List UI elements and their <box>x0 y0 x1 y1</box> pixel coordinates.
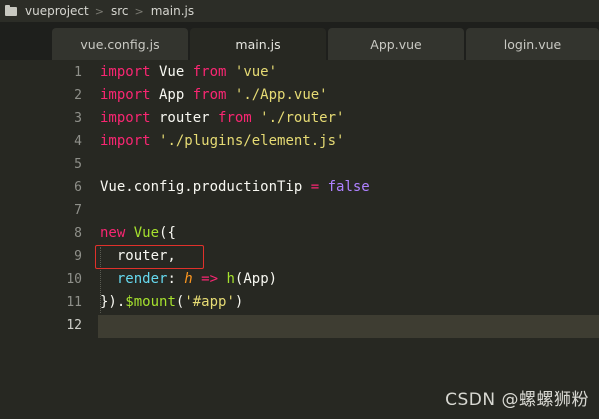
line-number: 6 <box>74 180 82 195</box>
line-number: 8 <box>74 226 82 241</box>
code-token: ) <box>234 294 244 310</box>
tab-app-vue[interactable]: App.vue <box>328 28 464 60</box>
red-highlight-box <box>95 245 204 269</box>
code-token: Vue.config.productionTip <box>100 179 311 195</box>
code-line[interactable]: import router from './router' <box>100 107 344 130</box>
folder-icon <box>5 4 17 16</box>
code-line[interactable]: import App from './App.vue' <box>100 84 328 107</box>
code-line[interactable]: render: h => h(App) <box>100 268 277 291</box>
breadcrumb: vueproject > src > main.js <box>0 0 599 22</box>
code-line[interactable]: import './plugins/element.js' <box>100 130 344 153</box>
code-token: from <box>192 64 227 80</box>
tab-main-js[interactable]: main.js <box>190 28 326 60</box>
code-token: App <box>150 87 193 103</box>
line-number: 12 <box>66 318 82 333</box>
line-number: 9 <box>74 249 82 264</box>
code-line[interactable]: }).$mount('#app') <box>100 291 243 314</box>
line-number: 3 <box>74 111 82 126</box>
line-number: 5 <box>74 157 82 172</box>
code-token: $mount <box>125 294 176 310</box>
code-token: import <box>100 87 151 103</box>
tab-vue-config[interactable]: vue.config.js <box>52 28 188 60</box>
current-line-highlight <box>98 315 599 338</box>
code-token: = <box>310 179 320 195</box>
breadcrumb-item-src[interactable]: src <box>111 4 129 18</box>
code-token: }). <box>100 294 126 310</box>
code-token: import <box>100 64 151 80</box>
code-token: Vue <box>150 64 193 80</box>
code-token: import <box>100 110 151 126</box>
code-token: './router' <box>260 110 345 126</box>
code-token: import <box>100 133 151 149</box>
code-token: : <box>167 271 185 287</box>
code-line[interactable]: import Vue from 'vue' <box>100 61 277 84</box>
code-token: ({ <box>159 225 176 241</box>
code-token: h <box>226 271 235 287</box>
code-token: from <box>192 87 227 103</box>
line-number: 2 <box>74 88 82 103</box>
breadcrumb-item-file[interactable]: main.js <box>151 4 194 18</box>
code-token: render <box>116 271 168 287</box>
line-number: 10 <box>66 272 82 287</box>
code-token: h <box>184 271 193 287</box>
breadcrumb-item-project[interactable]: vueproject <box>25 4 89 18</box>
tab-bar: vue.config.js main.js App.vue login.vue <box>0 22 599 60</box>
code-token: from <box>218 110 252 126</box>
line-number: 4 <box>74 134 82 149</box>
code-token: './plugins/element.js' <box>159 133 345 149</box>
code-token: 'vue' <box>234 64 278 80</box>
code-token: './App.vue' <box>234 87 328 103</box>
watermark: CSDN @螺螺狮粉 <box>445 390 589 410</box>
line-number: 1 <box>74 65 82 80</box>
code-line[interactable]: Vue.config.productionTip = false <box>100 176 370 199</box>
code-token: '#app' <box>184 294 235 310</box>
code-token: Vue <box>133 225 160 241</box>
line-number: 11 <box>66 295 82 310</box>
chevron-right-icon: > <box>94 4 104 18</box>
code-token: => <box>201 271 219 287</box>
chevron-right-icon: > <box>134 4 144 18</box>
code-token: false <box>327 179 370 195</box>
code-token: new <box>100 225 126 241</box>
tab-login-vue[interactable]: login.vue <box>466 28 599 60</box>
line-number: 7 <box>74 203 82 218</box>
code-token: router <box>150 110 219 126</box>
code-line[interactable]: new Vue({ <box>100 222 176 245</box>
code-token: (App) <box>234 271 278 287</box>
